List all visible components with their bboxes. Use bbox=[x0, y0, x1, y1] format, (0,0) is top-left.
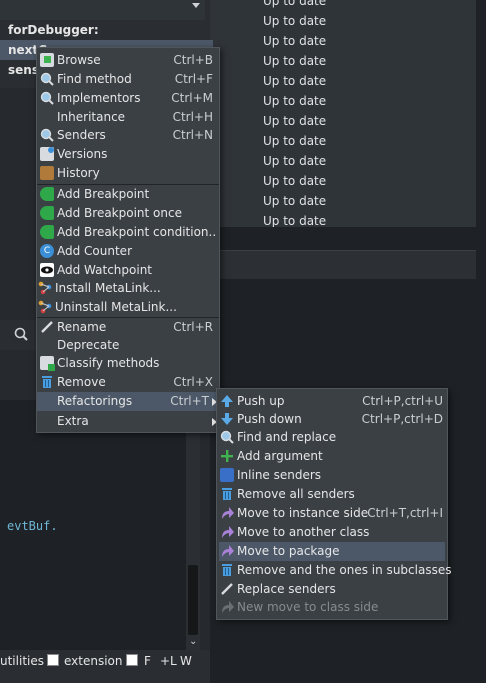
menu-item-add-breakpoint-once[interactable]: Add Breakpoint once bbox=[37, 204, 219, 223]
submenu-item-replace-senders[interactable]: Replace senders bbox=[217, 580, 447, 599]
submenu-item-move-to-instance-side[interactable]: Move to instance side Ctrl+T,ctrl+I bbox=[217, 504, 447, 523]
utilities-label: utilities bbox=[0, 654, 44, 668]
chevron-down-icon[interactable]: ⌄ bbox=[189, 636, 197, 647]
plus-icon bbox=[221, 450, 233, 462]
menu-item-refactorings[interactable]: Refactorings Ctrl+T bbox=[37, 392, 219, 411]
eye-icon bbox=[40, 263, 54, 277]
classify-icon bbox=[40, 356, 55, 371]
code-text[interactable]: evtBuf. bbox=[7, 519, 58, 533]
versions-icon bbox=[40, 147, 54, 161]
status-row[interactable]: Up to date bbox=[210, 151, 476, 171]
move-icon bbox=[222, 526, 234, 538]
menu-item-browse[interactable]: Browse Ctrl+B bbox=[37, 51, 219, 70]
menu-item-classify-methods[interactable]: Classify methods bbox=[37, 354, 219, 373]
pencil-icon bbox=[221, 583, 233, 595]
method-item[interactable]: forDebugger: bbox=[0, 20, 213, 40]
move-icon bbox=[222, 507, 234, 519]
submenu-item-remove-all-senders[interactable]: Remove all senders bbox=[217, 485, 447, 504]
inline-icon bbox=[220, 468, 234, 482]
menu-item-uninstall-metalink[interactable]: Uninstall MetaLink... bbox=[37, 298, 219, 317]
menu-item-rename[interactable]: Rename Ctrl+R bbox=[37, 318, 219, 337]
submenu-item-find-and-replace[interactable]: Find and replace bbox=[217, 428, 447, 447]
search-icon bbox=[40, 128, 54, 142]
pane-divider bbox=[210, 250, 476, 279]
status-row[interactable]: Up to date bbox=[210, 71, 476, 91]
submenu-item-new-move-to-class-side[interactable]: New move to class side bbox=[217, 598, 447, 617]
menu-item-history[interactable]: History bbox=[37, 164, 219, 183]
search-icon bbox=[40, 91, 54, 105]
status-row[interactable]: Up to date bbox=[210, 111, 476, 131]
arrow-up-icon bbox=[221, 395, 233, 407]
arrow-down-icon bbox=[221, 413, 233, 425]
submenu-item-move-to-package[interactable]: Move to package bbox=[219, 542, 445, 561]
status-row[interactable]: Up to date bbox=[210, 0, 476, 11]
f-label: F bbox=[144, 654, 151, 668]
menu-item-senders[interactable]: Senders Ctrl+N bbox=[37, 126, 219, 145]
status-row[interactable]: Up to date bbox=[210, 191, 476, 211]
trash-icon bbox=[222, 488, 232, 500]
extension-checkbox[interactable] bbox=[47, 654, 59, 666]
status-row[interactable]: Up to date bbox=[210, 211, 476, 227]
submenu-item-push-down[interactable]: Push down Ctrl+P,ctrl+D bbox=[217, 410, 447, 429]
submenu-item-add-argument[interactable]: Add argument bbox=[217, 447, 447, 466]
status-row[interactable]: Up to date bbox=[210, 31, 476, 51]
menu-item-find-method[interactable]: Find method Ctrl+F bbox=[37, 70, 219, 89]
counter-icon: C bbox=[40, 244, 54, 258]
menu-item-versions[interactable]: Versions bbox=[37, 145, 219, 164]
submenu-item-push-up[interactable]: Push up Ctrl+P,ctrl+U bbox=[217, 392, 447, 411]
search-icon[interactable] bbox=[14, 327, 28, 341]
extension-label: extension bbox=[64, 654, 123, 668]
scrollbar-thumb[interactable] bbox=[188, 565, 198, 635]
menu-item-install-metalink[interactable]: Install MetaLink... bbox=[37, 279, 219, 298]
menu-item-add-breakpoint[interactable]: Add Breakpoint bbox=[37, 185, 219, 204]
chevron-down-icon[interactable] bbox=[192, 3, 200, 8]
pencil-icon bbox=[41, 321, 53, 333]
submenu-item-move-to-another-class[interactable]: Move to another class bbox=[217, 523, 447, 542]
trash-icon bbox=[222, 564, 232, 576]
refactorings-submenu: Push up Ctrl+P,ctrl+U Push down Ctrl+P,c… bbox=[216, 388, 451, 620]
status-row[interactable]: Up to date bbox=[210, 171, 476, 191]
status-row[interactable]: Up to date bbox=[210, 91, 476, 111]
status-row[interactable]: Up to date bbox=[210, 131, 476, 151]
breakpoint-icon bbox=[40, 206, 54, 220]
move-icon bbox=[222, 601, 234, 613]
submenu-item-inline-senders[interactable]: Inline senders bbox=[217, 466, 447, 485]
browse-icon bbox=[40, 53, 54, 67]
w-label: W bbox=[180, 654, 192, 668]
trash-icon bbox=[42, 376, 52, 388]
menu-item-remove[interactable]: Remove Ctrl+X bbox=[37, 373, 219, 392]
history-icon bbox=[40, 166, 54, 180]
l-label: +L bbox=[160, 654, 177, 668]
menu-item-add-counter[interactable]: C Add Counter bbox=[37, 242, 219, 261]
breakpoint-icon bbox=[40, 225, 54, 239]
move-icon bbox=[222, 545, 234, 557]
menu-item-inheritance[interactable]: Inheritance Ctrl+H bbox=[37, 108, 219, 127]
menu-item-extra[interactable]: Extra bbox=[37, 412, 219, 431]
breakpoint-icon bbox=[40, 187, 54, 201]
submenu-item-remove-in-subclasses[interactable]: Remove and the ones in subclasses bbox=[217, 561, 451, 580]
menu-item-implementors[interactable]: Implementors Ctrl+M bbox=[37, 89, 219, 108]
metalink-icon bbox=[38, 281, 52, 295]
menu-item-add-breakpoint-condition[interactable]: Add Breakpoint condition.. bbox=[37, 223, 219, 242]
search-icon bbox=[220, 430, 234, 444]
context-menu: Browse Ctrl+B Find method Ctrl+F Impleme… bbox=[36, 47, 220, 433]
bottom-bar: utilities extension F +L W bbox=[0, 650, 210, 683]
metalink-icon bbox=[38, 300, 52, 314]
status-row[interactable]: Up to date bbox=[210, 51, 476, 71]
status-row[interactable]: Up to date bbox=[210, 11, 476, 31]
f-checkbox[interactable] bbox=[126, 654, 138, 666]
status-list[interactable]: Up to date Up to date Up to date Up to d… bbox=[210, 0, 476, 227]
menu-item-deprecate[interactable]: Deprecate bbox=[37, 336, 219, 355]
menu-item-add-watchpoint[interactable]: Add Watchpoint bbox=[37, 261, 219, 280]
search-icon bbox=[40, 72, 54, 86]
